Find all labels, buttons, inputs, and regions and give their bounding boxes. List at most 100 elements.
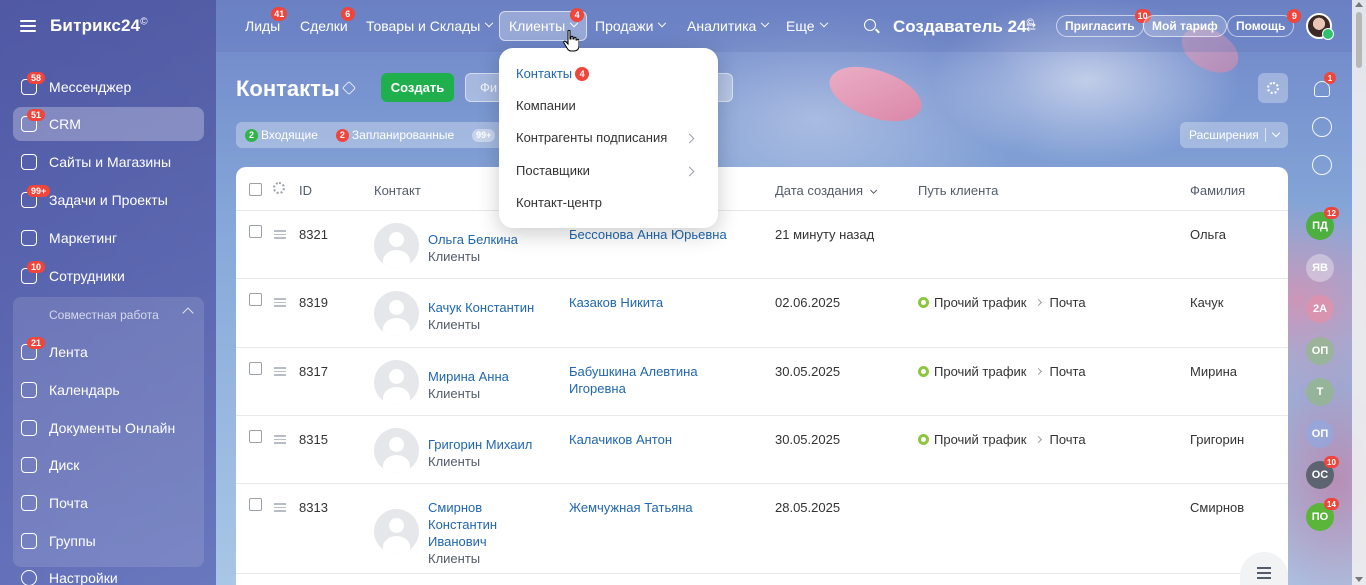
column-header-path[interactable]: Путь клиента (918, 183, 998, 198)
contact-name-link[interactable]: Иванович (428, 533, 497, 550)
drag-handle-icon[interactable] (274, 367, 286, 376)
dropdown-item[interactable]: Контакт-центр (516, 195, 602, 210)
table-row[interactable]: 8319 Качук Константин Клиенты Казаков Никит… (236, 279, 1288, 348)
column-header-lastname[interactable]: Фамилия (1190, 183, 1245, 198)
top-nav-item[interactable]: Продажи (586, 11, 674, 41)
counter-item[interactable]: 99+ (472, 128, 498, 142)
row-checkbox[interactable] (249, 498, 262, 511)
chevron-right-icon[interactable] (684, 166, 695, 177)
chevron-right-icon[interactable] (684, 133, 695, 144)
contact-avatar[interactable] (374, 509, 419, 554)
sidebar-item[interactable]: 58 Мессенджер (13, 70, 204, 104)
scroll-up-arrow-icon[interactable] (1355, 2, 1363, 7)
created-date: 02.06.2025 (775, 295, 841, 310)
column-header-contact[interactable]: Контакт (374, 183, 421, 198)
sidebar-item[interactable]: Сайты и Магазины (13, 145, 204, 179)
scroll-down-arrow-icon[interactable] (1355, 577, 1363, 582)
top-nav-item[interactable]: Еще (777, 11, 836, 41)
row-checkbox[interactable] (249, 225, 262, 238)
invite-button[interactable]: Пригласить 10 (1056, 9, 1151, 37)
dropdown-item[interactable]: Контрагенты подписания (516, 130, 667, 145)
chat-avatar[interactable]: Т (1306, 378, 1334, 406)
contact-name-link[interactable]: Григорин Михаил (428, 436, 532, 453)
company-name[interactable]: Создаватель 24© (893, 17, 1034, 37)
chat-search-icon[interactable] (1312, 155, 1332, 175)
sidebar-item[interactable]: Маркетинг (13, 221, 204, 255)
row-checkbox[interactable] (249, 430, 262, 443)
counter-item[interactable]: 2 Запланированные (335, 128, 454, 142)
table-row[interactable]: 8315 Григорин Михаил Клиенты Калачиков Анто… (236, 416, 1288, 484)
chat-avatar[interactable]: ОП (1306, 420, 1334, 448)
page-scrollbar[interactable] (1352, 0, 1366, 585)
chat-avatar[interactable]: 2А (1306, 295, 1334, 323)
create-button[interactable]: Создать (381, 73, 454, 102)
responsible-link[interactable]: Калачиков Антон (569, 431, 672, 448)
responsible-link[interactable]: Казаков Никита (569, 294, 663, 311)
table-row[interactable]: 8321 Ольга Белкина Клиенты Бессонова Анна Ю… (236, 211, 1288, 279)
chat-avatar[interactable]: ЯВ (1306, 254, 1334, 282)
top-nav-item[interactable]: Лиды 41 (236, 7, 289, 41)
row-id: 8313 (299, 500, 328, 515)
my-tariff-button[interactable]: Мой тариф (1143, 15, 1227, 37)
sidebar-item[interactable]: Почта (13, 486, 204, 520)
contact-name-link[interactable]: Смирнов (428, 499, 497, 516)
chevron-down-icon[interactable] (1271, 128, 1281, 138)
table-row[interactable]: 8317 Мирина Анна Клиенты Бабушкина Алевтина… (236, 348, 1288, 416)
sidebar-item[interactable]: 21 Лента (13, 335, 204, 369)
drag-handle-icon[interactable] (274, 298, 286, 307)
sidebar-item[interactable]: Диск (13, 448, 204, 482)
contact-avatar[interactable] (374, 428, 419, 473)
drag-handle-icon[interactable] (274, 503, 286, 512)
chevron-down-icon (761, 18, 770, 28)
dropdown-item[interactable]: Контакты 4 (516, 66, 590, 81)
search-icon[interactable] (864, 19, 876, 31)
contact-name-link[interactable]: Мирина Анна (428, 368, 509, 385)
row-checkbox[interactable] (249, 293, 262, 306)
menu-burger-icon[interactable] (20, 20, 36, 32)
dropdown-item[interactable]: Компании (516, 98, 576, 113)
sidebar-item[interactable]: Группы (13, 524, 204, 558)
contact-name-link[interactable]: Константин (428, 516, 497, 533)
scroll-thumb[interactable] (1356, 12, 1362, 68)
drag-handle-icon[interactable] (274, 230, 286, 239)
sidebar-item-label: Почта (49, 495, 88, 511)
dropdown-item-label: Поставщики (516, 163, 590, 178)
chat-avatar[interactable]: ОП (1306, 337, 1334, 365)
dropdown-item[interactable]: Поставщики (516, 163, 590, 178)
responsible-link[interactable]: Жемчужная Татьяна (569, 499, 693, 516)
drag-handle-icon[interactable] (274, 435, 286, 444)
top-nav-item[interactable]: Товары и Склады (357, 11, 501, 41)
sidebar-item[interactable]: Календарь (13, 373, 204, 407)
sidebar-item[interactable]: 99+ Задачи и Проекты (13, 183, 204, 217)
grid-settings-gear-icon[interactable] (273, 182, 285, 194)
contact-avatar[interactable] (374, 223, 419, 268)
sidebar-item[interactable]: 10 Сотрудники (13, 259, 204, 293)
select-all-checkbox[interactable] (249, 183, 262, 196)
column-header-id[interactable]: ID (299, 183, 312, 198)
sidebar-item[interactable]: Документы Онлайн (13, 411, 204, 445)
sidebar-item-settings[interactable]: Настройки (13, 561, 204, 585)
contact-name-link[interactable]: Ольга Белкина (428, 231, 518, 248)
help-button[interactable]: Помощь 9 (1227, 9, 1302, 37)
responsible-link[interactable]: Бабушкина Алевтина (569, 363, 698, 380)
contact-name-link[interactable]: Качук Константин (428, 299, 534, 316)
app-logo[interactable]: Битрикс24© (50, 16, 148, 36)
user-avatar[interactable] (1306, 13, 1334, 40)
contact-avatar[interactable] (374, 291, 419, 336)
row-checkbox[interactable] (249, 362, 262, 375)
path-source: Прочий трафик (934, 295, 1027, 310)
contact-avatar[interactable] (374, 360, 419, 405)
extensions-button[interactable]: Расширения (1180, 122, 1288, 148)
counter-item[interactable]: 2 Входящие (245, 128, 318, 142)
settings-button[interactable] (1258, 73, 1288, 103)
table-row[interactable]: 8313 Смирнов Константин Иванович Клиенты Жемч… (236, 484, 1288, 574)
activity-icon[interactable] (1312, 117, 1332, 137)
column-header-created[interactable]: Дата создания (775, 183, 878, 198)
switch-arrows-icon[interactable]: ⇄ (1026, 20, 1036, 34)
responsible-link[interactable]: Игоревна (569, 380, 698, 397)
top-nav-item[interactable]: Аналитика (678, 11, 777, 41)
sidebar-item[interactable]: 51 CRM (13, 107, 204, 141)
responsible-link[interactable]: Бессонова Анна Юрьевна (569, 226, 727, 243)
top-nav-badge: 4 (570, 8, 585, 22)
top-nav-item[interactable]: Сделки 6 (291, 7, 357, 41)
